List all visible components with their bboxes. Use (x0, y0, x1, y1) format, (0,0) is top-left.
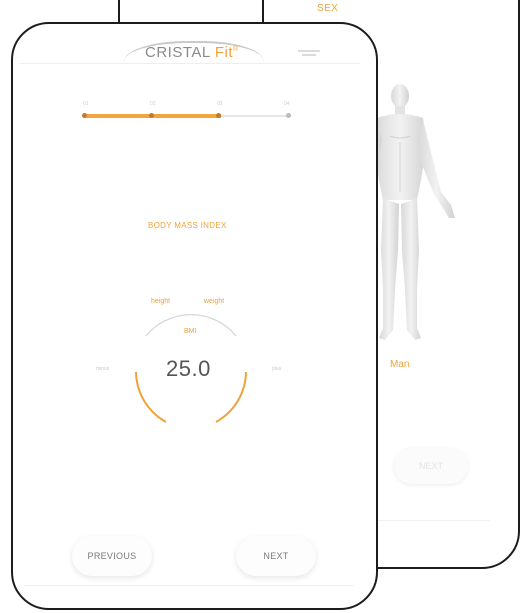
menu-icon[interactable] (298, 48, 320, 60)
progress-step-2[interactable] (149, 113, 154, 118)
brand-logo: CRISTAL Fit® (145, 44, 239, 61)
brand-mark: ® (233, 46, 239, 53)
brand-name: CRISTAL (145, 44, 215, 61)
background-divider (370, 520, 490, 521)
minus-side-label[interactable]: minus (96, 366, 109, 372)
plus-side-label[interactable]: plus (272, 366, 281, 372)
progress-step-label: 02 (150, 101, 156, 107)
connector-line (118, 0, 120, 24)
progress-step-4[interactable] (286, 113, 291, 118)
height-label[interactable]: height (151, 298, 170, 305)
background-next-button[interactable]: NEXT (394, 448, 468, 484)
progress-step-1[interactable] (82, 113, 87, 118)
progress-step-label: 01 (83, 101, 89, 107)
next-button[interactable]: NEXT (236, 536, 316, 576)
man-option-label[interactable]: Man (390, 359, 409, 370)
previous-button[interactable]: PREVIOUS (72, 536, 152, 576)
brand-accent: Fit (214, 44, 234, 61)
weight-label[interactable]: weight (204, 298, 224, 305)
progress-step-label: 03 (217, 101, 223, 107)
progress-step-label: 04 (284, 101, 290, 107)
bmi-section-title: BODY MASS INDEX (148, 221, 227, 230)
stage: SEX Man NEXT CRISTAL Fit® 01 02 03 04 BO… (0, 0, 529, 613)
progress-step-3[interactable] (216, 113, 221, 118)
footer-divider (24, 585, 354, 586)
bmi-value: 25.0 (166, 356, 211, 381)
sex-section-label: SEX (317, 3, 339, 14)
